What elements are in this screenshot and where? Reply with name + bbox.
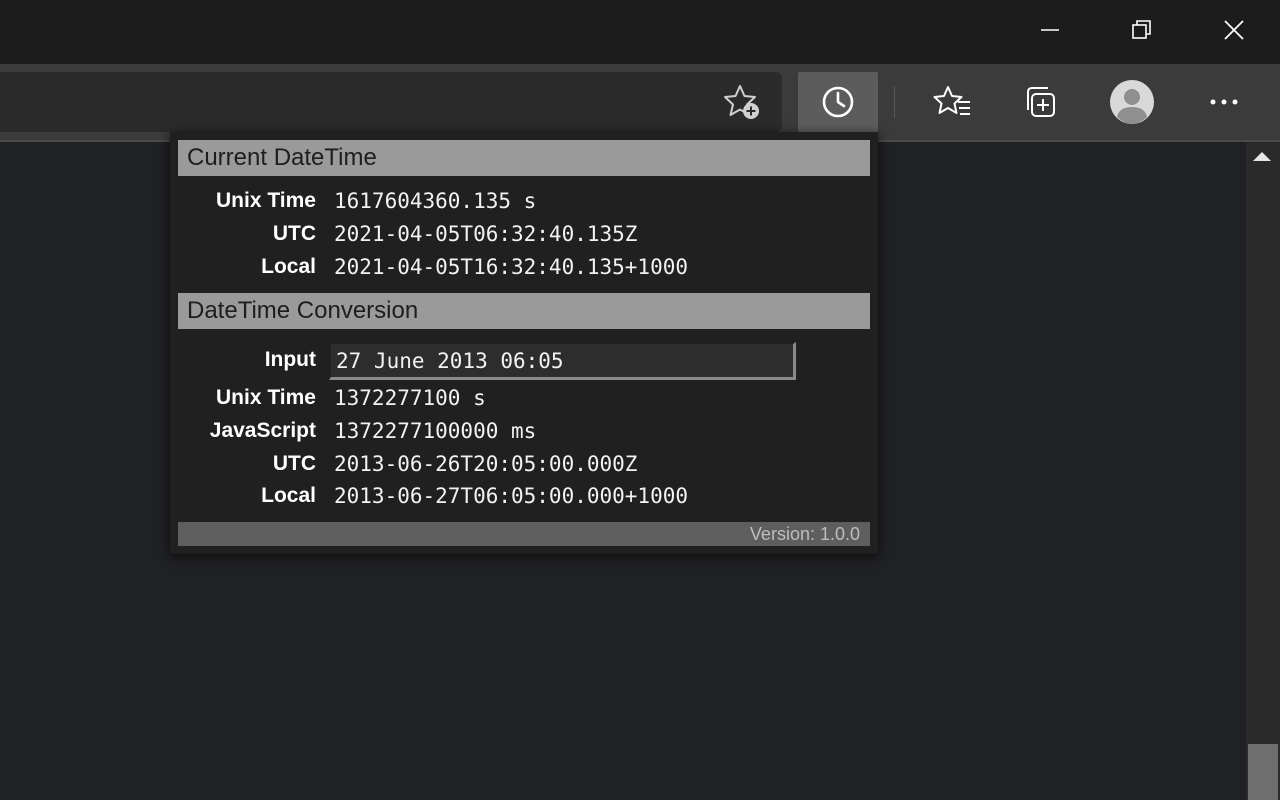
add-favorite-icon (724, 85, 759, 119)
add-favorite-button[interactable] (718, 80, 766, 124)
restore-icon (1132, 20, 1151, 39)
datetime-extension-button[interactable] (798, 72, 878, 132)
collections-icon (1027, 87, 1055, 117)
input-label: Input (264, 348, 316, 371)
version-footer: Version: 1.0.0 (178, 522, 870, 546)
favorites-icon (933, 86, 970, 115)
toolbar-separator (894, 86, 895, 118)
current-local-row: Local 2021-04-05T16:32:40.135+1000 (170, 251, 878, 283)
current-datetime-header: Current DateTime (178, 140, 870, 176)
conv-unix-label: Unix Time (216, 386, 316, 409)
conv-javascript-row: JavaScript 1372277100000 ms (170, 415, 878, 447)
close-button[interactable] (1188, 0, 1280, 60)
conv-local-value: 2013-06-27T06:05:00.000+1000 (334, 484, 689, 508)
scroll-up-arrow-icon[interactable] (1253, 152, 1271, 161)
conv-utc-row: UTC 2013-06-26T20:05:00.000Z (170, 448, 878, 480)
current-local-label: Local (261, 255, 316, 278)
datetime-input[interactable] (329, 342, 796, 380)
minimize-button[interactable] (1004, 0, 1096, 60)
browser-toolbar (0, 64, 1280, 140)
conv-local-label: Local (261, 484, 316, 507)
vertical-scrollbar[interactable] (1246, 142, 1280, 800)
close-icon (1224, 20, 1244, 40)
current-utc-label: UTC (272, 222, 316, 245)
datetime-popup: Current DateTime Unix Time 1617604360.13… (170, 132, 878, 554)
conv-unix-row: Unix Time 1372277100 s (170, 382, 878, 414)
more-options-button[interactable] (1200, 80, 1248, 124)
profile-icon (1110, 80, 1154, 124)
more-icon (1210, 99, 1238, 105)
current-unix-value: 1617604360.135 s (334, 189, 537, 213)
current-unix-label: Unix Time (216, 189, 316, 212)
favorites-button[interactable] (928, 80, 976, 124)
collections-button[interactable] (1016, 80, 1064, 124)
address-bar[interactable] (0, 72, 782, 132)
minimize-icon (1041, 29, 1059, 31)
profile-button[interactable] (1108, 78, 1156, 126)
current-utc-value: 2021-04-05T06:32:40.135Z (334, 222, 638, 246)
conv-local-row: Local 2013-06-27T06:05:00.000+1000 (170, 480, 878, 512)
conv-unix-value: 1372277100 s (334, 386, 486, 410)
title-bar (0, 0, 1280, 64)
conv-utc-label: UTC (272, 452, 316, 475)
conv-utc-value: 2013-06-26T20:05:00.000Z (334, 452, 638, 476)
conv-javascript-label: JavaScript (209, 419, 316, 442)
restore-button[interactable] (1096, 0, 1188, 60)
current-local-value: 2021-04-05T16:32:40.135+1000 (334, 255, 689, 279)
datetime-conversion-header: DateTime Conversion (178, 293, 870, 329)
clock-icon (822, 86, 854, 118)
conv-javascript-value: 1372277100000 ms (334, 419, 537, 443)
scrollbar-thumb[interactable] (1248, 744, 1278, 800)
current-unix-row: Unix Time 1617604360.135 s (170, 185, 878, 217)
current-utc-row: UTC 2021-04-05T06:32:40.135Z (170, 218, 878, 250)
